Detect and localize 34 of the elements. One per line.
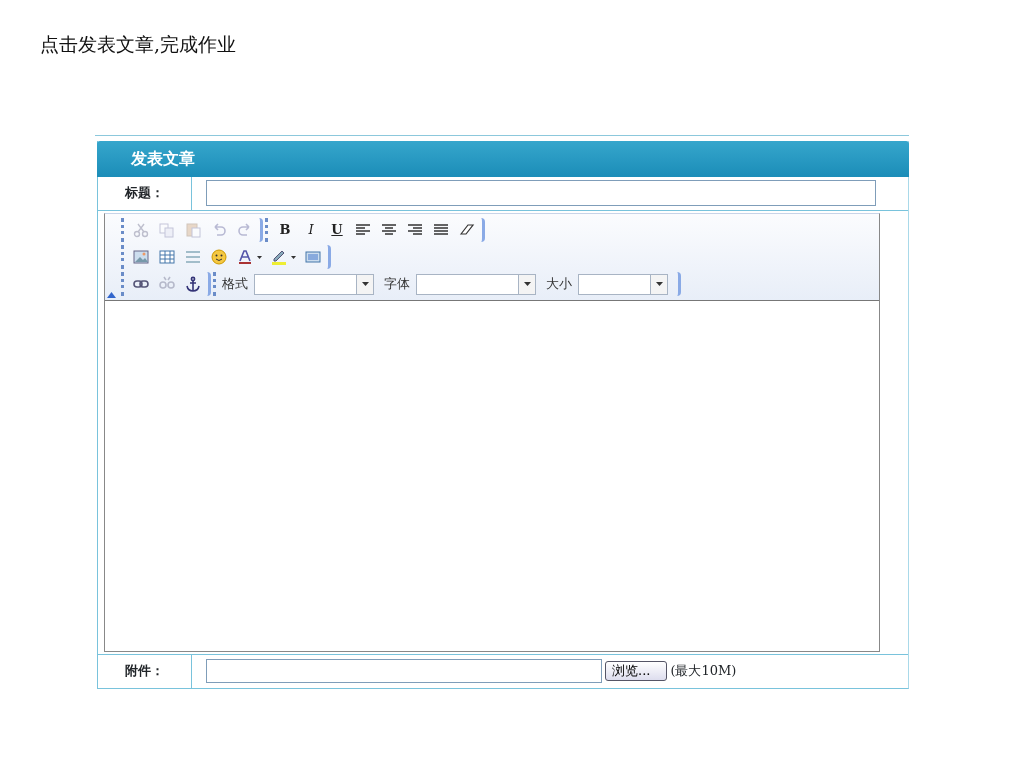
caret-icon[interactable]	[523, 282, 531, 286]
font-color-icon[interactable]	[236, 249, 253, 265]
underline-button[interactable]: U	[326, 220, 348, 240]
align-left-icon[interactable]	[355, 222, 371, 238]
picture-icon[interactable]	[133, 249, 149, 265]
title-label: 标题：	[98, 176, 192, 210]
align-justify-icon[interactable]	[433, 222, 449, 238]
browse-button[interactable]: 浏览...	[605, 661, 668, 681]
dropdown-field[interactable]	[416, 273, 536, 295]
align-center-icon[interactable]	[381, 222, 397, 238]
dropdown-field[interactable]	[578, 273, 668, 295]
attachment-file-field[interactable]	[206, 659, 602, 683]
smiley-icon[interactable]	[211, 249, 227, 265]
size-limit-note: (最大10M)	[670, 662, 737, 681]
caret-icon[interactable]	[361, 282, 369, 286]
caret-icon[interactable]	[256, 255, 262, 259]
align-right-icon[interactable]	[407, 222, 423, 238]
caret-icon[interactable]	[655, 282, 663, 286]
table-icon[interactable]	[159, 249, 175, 265]
attachment-label: 附件：	[98, 654, 192, 688]
dropdown-label: 字体	[384, 275, 410, 294]
caret-icon[interactable]	[290, 255, 296, 259]
bold-button[interactable]: B	[274, 220, 296, 240]
title-input-field[interactable]	[206, 180, 876, 206]
dropdown-label: 格式	[222, 275, 248, 294]
collapse-toolbar-icon[interactable]	[107, 291, 116, 298]
dropdown-field[interactable]	[254, 273, 374, 295]
panel-title: 发表文章	[97, 140, 909, 177]
dropdown-label: 大小	[546, 275, 572, 294]
instruction-text: 点击发表文章,完成作业	[40, 32, 238, 57]
highlight-icon[interactable]	[270, 249, 287, 265]
eraser-icon[interactable]	[459, 222, 475, 238]
anchor-icon[interactable]	[185, 276, 201, 292]
italic-button[interactable]: I	[300, 220, 322, 240]
